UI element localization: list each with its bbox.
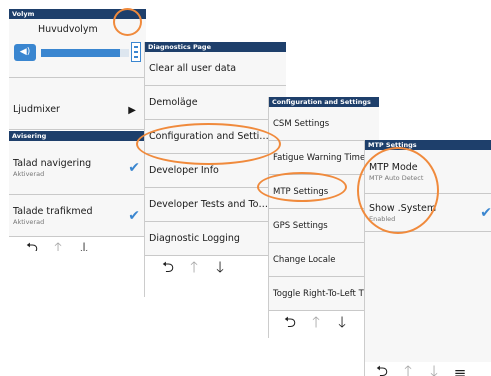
list-item[interactable]: Toggle Right-To-Left T: [269, 277, 379, 311]
down-arrow-icon[interactable]: 🡓: [71, 238, 97, 252]
diagnostics-header: Diagnostics Page: [145, 42, 286, 52]
menu-icon[interactable]: [131, 42, 141, 62]
item-label: Toggle Right-To-Left T: [273, 288, 364, 299]
mtp-header: MTP Settings: [365, 140, 491, 150]
item-label: Fatigue Warning Time: [273, 152, 366, 163]
checkmark-icon[interactable]: ✔: [128, 160, 140, 176]
item-label: Show .System: [369, 202, 437, 214]
item-sub: MTP Auto Detect: [369, 173, 424, 182]
item-label: Developer Info: [149, 165, 219, 176]
item-label: Talad navigering: [13, 157, 92, 169]
list-item[interactable]: MTP Settings: [269, 175, 379, 209]
volume-title: Huvudvolym: [38, 24, 98, 35]
item-sub: Aktiverad: [13, 169, 45, 178]
list-item[interactable]: Developer Info: [145, 154, 286, 188]
list-item[interactable]: Change Locale: [269, 243, 379, 277]
list-item[interactable]: MTP Mode MTP Auto Detect: [365, 150, 491, 194]
list-item[interactable]: Show .System Enabled ✔: [365, 194, 491, 232]
list-item[interactable]: Talade trafikmed Aktiverad ✔: [9, 195, 146, 237]
item-label: MTP Mode: [369, 161, 418, 173]
item-label: GPS Settings: [273, 220, 328, 231]
list-item[interactable]: Fatigue Warning Time: [269, 141, 379, 175]
volume-panel: Volym Huvudvolym ◀) Ljudmixer ▶ Aviserin…: [9, 9, 146, 251]
up-arrow-icon[interactable]: 🡑: [303, 312, 329, 337]
chevron-right-icon: ▶: [128, 105, 136, 116]
empty-list-area: [365, 232, 491, 362]
volume-header: Volym: [9, 9, 146, 19]
configuration-panel: Configuration and Settings CSM Settings …: [268, 97, 379, 338]
volume-slider-fill: [41, 49, 121, 57]
item-label: Talade trafikmed: [13, 205, 93, 217]
item-sub: Enabled: [369, 214, 396, 223]
list-item[interactable]: CSM Settings: [269, 107, 379, 141]
down-arrow-icon[interactable]: 🡓: [207, 257, 233, 282]
speaker-icon[interactable]: ◀): [14, 44, 36, 61]
back-arrow-icon[interactable]: ⮌: [19, 238, 45, 252]
nav-bar: ⮌ 🡑 🡓 ≡: [365, 362, 491, 376]
volume-slider[interactable]: [41, 49, 129, 57]
up-arrow-icon[interactable]: 🡑: [181, 257, 207, 282]
item-label: MTP Settings: [273, 186, 329, 197]
diagnostics-panel: Diagnostics Page Clear all user data Dem…: [144, 42, 286, 297]
down-arrow-icon[interactable]: 🡓: [421, 361, 447, 376]
item-label: Diagnostic Logging: [149, 233, 240, 244]
list-item[interactable]: Clear all user data: [145, 52, 286, 86]
back-arrow-icon[interactable]: ⮌: [369, 361, 395, 376]
item-label: Clear all user data: [149, 63, 237, 74]
item-label: CSM Settings: [273, 118, 330, 129]
nav-bar: ⮌ 🡑 🡓: [269, 311, 379, 337]
item-label: Change Locale: [273, 254, 336, 265]
mtp-settings-panel: MTP Settings MTP Mode MTP Auto Detect Sh…: [364, 140, 491, 376]
nav-bar: ⮌ 🡑 🡓: [145, 256, 286, 282]
configuration-header: Configuration and Settings: [269, 97, 379, 107]
item-label: Demoläge: [149, 97, 198, 108]
menu-icon[interactable]: ≡: [447, 364, 473, 376]
up-arrow-icon[interactable]: 🡑: [395, 361, 421, 376]
item-label: Configuration and Setti…: [149, 131, 269, 142]
list-item[interactable]: Demoläge: [145, 86, 286, 120]
back-arrow-icon[interactable]: ⮌: [155, 257, 181, 282]
list-item[interactable]: Talad navigering Aktiverad ✔: [9, 141, 146, 195]
list-item[interactable]: Developer Tests and To…: [145, 188, 286, 222]
back-arrow-icon[interactable]: ⮌: [277, 312, 303, 337]
item-sub: Aktiverad: [13, 217, 45, 226]
section-header: Avisering: [9, 131, 146, 141]
checkmark-icon[interactable]: ✔: [480, 205, 491, 221]
item-label: Developer Tests and To…: [149, 199, 268, 210]
list-item[interactable]: GPS Settings: [269, 209, 379, 243]
mixer-label: Ljudmixer: [13, 104, 60, 115]
mixer-row[interactable]: Ljudmixer ▶: [9, 78, 146, 130]
checkmark-icon[interactable]: ✔: [128, 208, 140, 224]
list-item[interactable]: Configuration and Setti…: [145, 120, 286, 154]
down-arrow-icon[interactable]: 🡓: [329, 312, 355, 337]
up-arrow-icon[interactable]: 🡑: [45, 238, 71, 252]
nav-bar: ⮌ 🡑 🡓: [9, 237, 146, 251]
list-item[interactable]: Diagnostic Logging: [145, 222, 286, 256]
